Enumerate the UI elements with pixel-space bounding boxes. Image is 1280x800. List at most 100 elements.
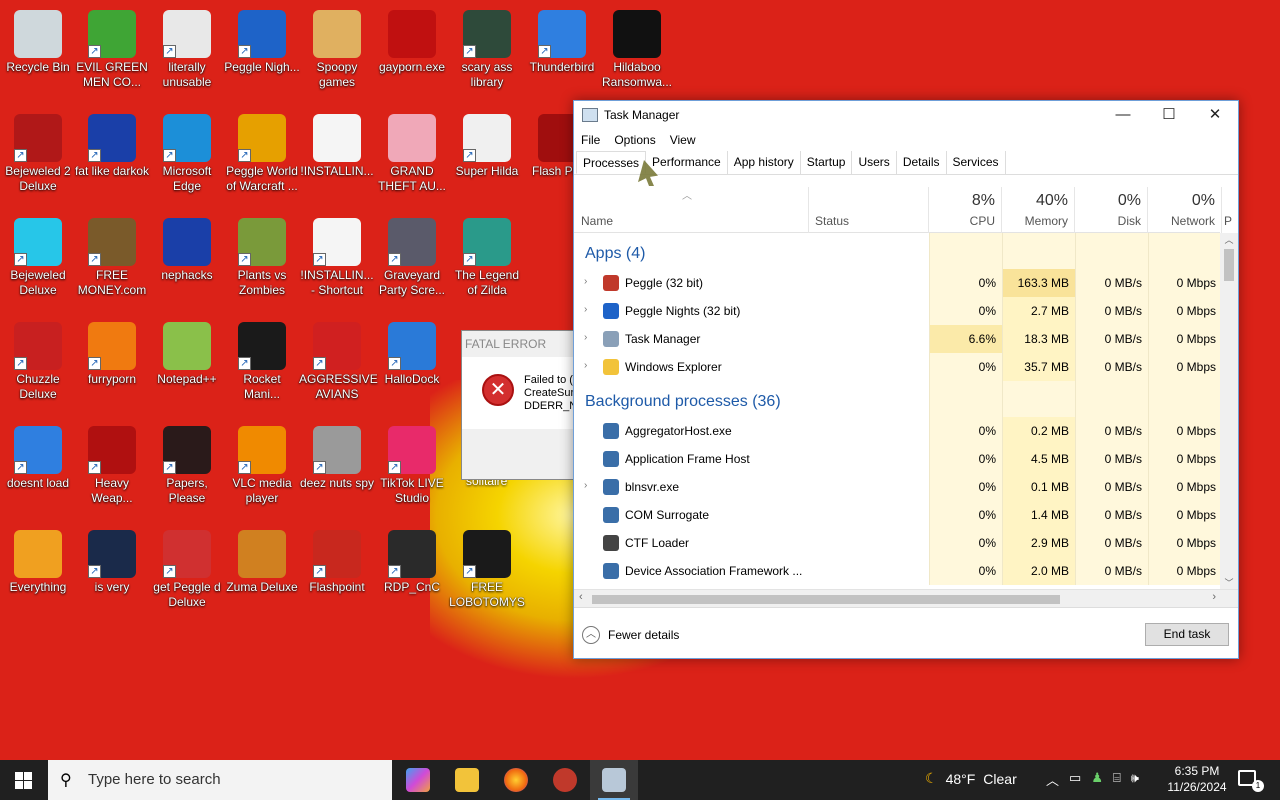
process-row[interactable]: › Windows Explorer 0% 35.7 MB 0 MB/s 0 Mbps [574,353,1220,381]
tab-startup[interactable]: Startup [801,151,853,174]
desktop-icon[interactable]: Hildaboo Ransomwa... [599,4,675,104]
col-cpu[interactable]: 8% CPU [929,187,1002,233]
col-disk[interactable]: 0% Disk [1075,187,1148,233]
desktop-icon[interactable]: gayporn.exe [374,4,450,104]
desktop-icon[interactable]: ↗ RDP_CnC [374,524,450,624]
col-network[interactable]: 0% Network [1148,187,1222,233]
taskbar-copilot[interactable] [394,760,442,800]
process-row[interactable]: › Peggle Nights (32 bit) 0% 2.7 MB 0 MB/s 0 M… [574,297,1220,325]
desktop-icon[interactable]: ↗ literally unusable [149,4,225,104]
process-row[interactable]: COM Surrogate 0% 1.4 MB 0 MB/s 0 Mbps [574,501,1220,529]
minimize-button[interactable]: — [1100,101,1146,129]
desktop-icon[interactable]: ↗ Rocket Mani... [224,316,300,416]
process-row[interactable]: › Task Manager 6.6% 18.3 MB 0 MB/s 0 Mbps [574,325,1220,353]
desktop-icon[interactable]: ↗ FREE MONEY.com [74,212,150,312]
scroll-left-icon[interactable]: ‹ [579,591,583,603]
desktop-icon[interactable]: ↗ FREE LOBOTOMYS [449,524,525,624]
expand-chevron-icon[interactable]: › [584,276,587,287]
horizontal-scrollbar[interactable]: ‹ › [574,589,1238,607]
process-row[interactable]: Application Frame Host 0% 4.5 MB 0 MB/s 0 Mb… [574,445,1220,473]
taskbar-search[interactable]: ⚲ Type here to search [48,760,392,800]
scroll-down-icon[interactable]: ﹀ [1220,576,1238,589]
desktop-icon[interactable]: ↗ deez nuts spy [299,420,375,520]
desktop-icon[interactable]: ↗ scary ass library [449,4,525,104]
desktop-icon[interactable]: ↗ Chuzzle Deluxe [0,316,76,416]
desktop-icon[interactable]: ↗ get Peggle d Deluxe [149,524,225,624]
col-memory[interactable]: 40% Memory [1002,187,1075,233]
desktop-icon[interactable]: ↗ Peggle Nigh... [224,4,300,104]
desktop-icon[interactable]: ↗ Graveyard Party Scre... [374,212,450,312]
people-icon[interactable]: ♟ [1091,770,1103,789]
close-button[interactable]: ✕ [1192,101,1238,129]
expand-chevron-icon[interactable]: › [584,480,587,491]
network-icon[interactable]: ⌸ [1113,770,1121,789]
volume-icon[interactable]: 🕪 [1131,770,1139,789]
process-row[interactable]: › blnsvr.exe 0% 0.1 MB 0 MB/s 0 Mbps [574,473,1220,501]
desktop-icon[interactable]: GRAND THEFT AU... [374,108,450,208]
desktop-icon[interactable]: Spoopy games [299,4,375,104]
tab-app-history[interactable]: App history [728,151,801,174]
tab-processes[interactable]: Processes [576,151,647,174]
end-task-button[interactable]: End task [1145,623,1229,646]
desktop-icon[interactable]: ↗ HalloDock [374,316,450,416]
maximize-button[interactable]: ☐ [1146,101,1192,129]
process-row[interactable]: › Peggle (32 bit) 0% 163.3 MB 0 MB/s 0 Mbps [574,269,1220,297]
process-row[interactable]: AggregatorHost.exe 0% 0.2 MB 0 MB/s 0 Mbps [574,417,1220,445]
expand-chevron-icon[interactable]: › [584,360,587,371]
taskbar-firefox[interactable] [492,760,540,800]
desktop-icon[interactable]: ↗ Plants vs Zombies [224,212,300,312]
desktop-icon[interactable]: ↗ Peggle World of Warcraft ... [224,108,300,208]
process-row[interactable]: CTF Loader 0% 2.9 MB 0 MB/s 0 Mbps [574,529,1220,557]
desktop-icon[interactable]: Zuma Deluxe [224,524,300,624]
col-power[interactable]: P [1222,187,1238,233]
desktop-icon[interactable]: ↗ Flashpoint [299,524,375,624]
desktop-icon[interactable]: ↗ Super Hilda [449,108,525,208]
taskbar-file-explorer[interactable] [443,760,491,800]
vertical-scrollbar[interactable]: ︿ ﹀ [1220,233,1238,589]
desktop-icon[interactable]: ↗ !INSTALLIN... - Shortcut [299,212,375,312]
tab-details[interactable]: Details [897,151,947,174]
desktop-icon[interactable]: ↗ fat like darkok [74,108,150,208]
taskbar-peggle[interactable] [541,760,589,800]
menu-options[interactable]: Options [614,133,655,147]
desktop-icon[interactable]: ↗ Heavy Weap... [74,420,150,520]
desktop-icon[interactable]: ↗ Bejeweled 2 Deluxe [0,108,76,208]
desktop-icon[interactable]: ↗ TikTok LIVE Studio [374,420,450,520]
horizontal-scroll-thumb[interactable] [592,595,1060,604]
desktop-icon[interactable]: ↗ Microsoft Edge [149,108,225,208]
taskbar-task-manager[interactable] [590,760,638,800]
desktop-icon[interactable]: ↗ is very [74,524,150,624]
background-group-header[interactable]: Background processes (36) [574,381,1220,417]
desktop-icon[interactable]: Notepad++ [149,316,225,416]
fewer-details-button[interactable]: ︿ Fewer details [582,626,679,644]
desktop-icon[interactable]: ↗ The Legend of Zilda [449,212,525,312]
clock[interactable]: 6:35 PM 11/26/2024 [1162,763,1232,795]
desktop-icon[interactable]: ↗ VLC media player [224,420,300,520]
expand-chevron-icon[interactable]: › [584,332,587,343]
col-name[interactable]: Name [574,187,809,233]
desktop-icon[interactable]: !INSTALLIN... [299,108,375,208]
tab-users[interactable]: Users [852,151,897,174]
menu-view[interactable]: View [670,133,696,147]
desktop-icon[interactable]: ↗ Thunderbird [524,4,600,104]
desktop-icon[interactable]: ↗ Bejeweled Deluxe [0,212,76,312]
chevron-up-icon[interactable]: ︿ [1046,770,1059,789]
desktop-icon[interactable]: ↗ doesnt load [0,420,76,520]
desktop-icon[interactable]: ↗ AGGRESSIVE AVIANS [299,316,378,416]
apps-group-header[interactable]: Apps (4) [574,233,1220,269]
desktop-icon[interactable]: Recycle Bin [0,4,76,104]
menu-file[interactable]: File [581,133,600,147]
desktop-icon[interactable]: ↗ Papers, Please [149,420,225,520]
desktop-icon[interactable]: ↗ EVIL GREEN MEN CO... [74,4,150,104]
process-row[interactable]: Device Association Framework ... 0% 2.0 MB… [574,557,1220,585]
tab-performance[interactable]: Performance [646,151,728,174]
battery-icon[interactable]: ▭ [1069,770,1081,789]
col-status[interactable]: Status [809,187,929,233]
desktop-icon[interactable]: Everything [0,524,76,624]
start-button[interactable] [0,760,48,800]
desktop-icon[interactable]: ↗ furryporn [74,316,150,416]
scroll-right-icon[interactable]: › [1212,591,1216,603]
weather-widget[interactable]: ☾ 48°F Clear [925,770,1017,787]
desktop-icon[interactable]: nephacks [149,212,225,312]
scroll-up-icon[interactable]: ︿ [1220,233,1238,246]
